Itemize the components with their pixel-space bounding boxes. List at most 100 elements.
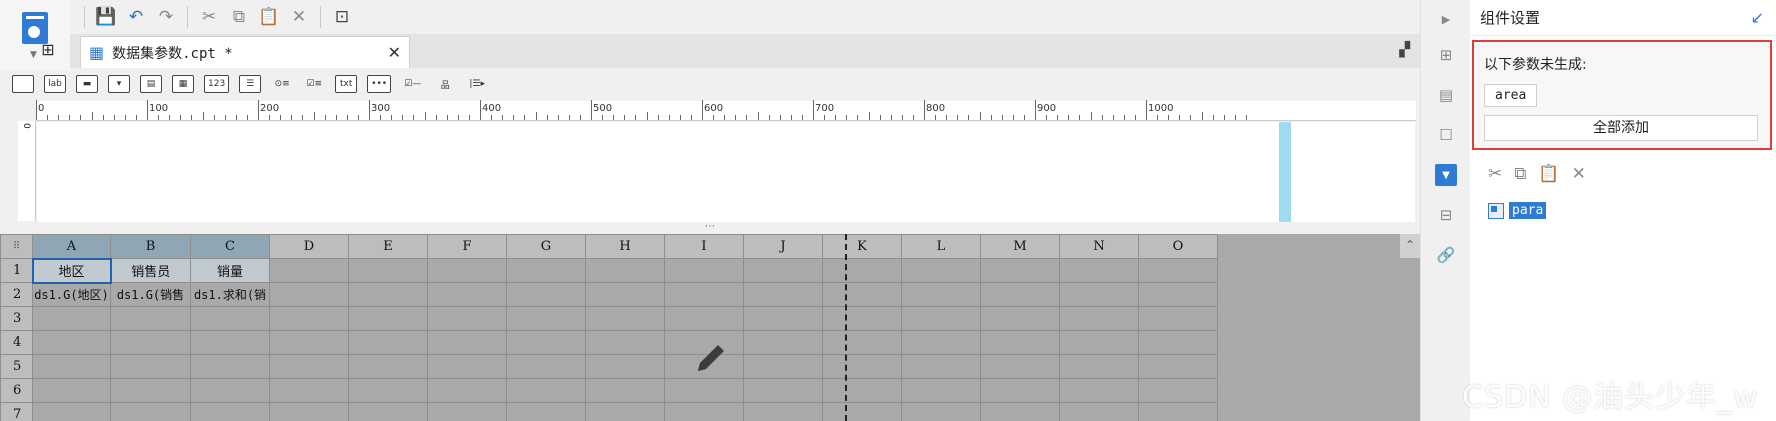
text-widget-icon[interactable] [12,75,34,93]
cell-m5[interactable] [980,354,1060,379]
cell-m3[interactable] [980,306,1060,331]
calendar-widget-icon[interactable]: ▦ [172,75,194,93]
cell-a3[interactable] [32,306,111,331]
cell-k5[interactable] [822,354,902,379]
cell-g5[interactable] [506,354,586,379]
cell-b6[interactable] [110,378,191,403]
cell-h3[interactable] [585,306,665,331]
cell-j1[interactable] [743,258,823,283]
column-header-l[interactable]: L [901,234,981,259]
password-widget-icon[interactable]: ••• [367,75,392,93]
copy-icon[interactable]: ⧉ [1514,164,1526,184]
cell-m1[interactable] [980,258,1060,283]
checkbox-widget-icon[interactable]: ☑— [401,75,424,93]
button-widget-icon[interactable]: ▬ [76,75,98,93]
cell-h2[interactable] [585,282,665,307]
cell-l2[interactable] [901,282,981,307]
cell-b1[interactable]: 销售员 [110,258,191,283]
cell-c3[interactable] [190,306,270,331]
cell-n3[interactable] [1059,306,1139,331]
cell-a5[interactable] [32,354,111,379]
cell-k4[interactable] [822,330,902,355]
cell-a7[interactable] [32,402,111,421]
row-header[interactable]: 5 [0,354,33,379]
list-widget-icon[interactable]: ☰ [239,75,262,93]
row-header[interactable]: 6 [0,378,33,403]
column-header-e[interactable]: E [348,234,428,259]
cell-l3[interactable] [901,306,981,331]
cell-a4[interactable] [32,330,111,355]
cell-i1[interactable] [664,258,744,283]
column-header-h[interactable]: H [585,234,665,259]
cell-o3[interactable] [1138,306,1218,331]
cell-b7[interactable] [110,402,191,421]
link-icon[interactable]: 🔗 [1435,244,1457,266]
cell-f2[interactable] [427,282,507,307]
cell-d3[interactable] [269,306,349,331]
label-widget-icon[interactable]: lab [44,75,66,93]
cut-icon[interactable]: ✂ [196,4,222,30]
cell-n6[interactable] [1059,378,1139,403]
cell-i7[interactable] [664,402,744,421]
cell-k6[interactable] [822,378,902,403]
row-header[interactable]: 1 [0,258,33,283]
cell-j7[interactable] [743,402,823,421]
column-header-g[interactable]: G [506,234,586,259]
cell-i3[interactable] [664,306,744,331]
tree-widget-icon[interactable]: 品 [434,75,456,93]
delete-icon[interactable]: ✕ [286,4,312,30]
cell-h5[interactable] [585,354,665,379]
radio-group-widget-icon[interactable]: ⊙≡ [271,75,293,93]
cell-g2[interactable] [506,282,586,307]
cell-c5[interactable] [190,354,270,379]
expand-icon[interactable]: ↙ [1751,8,1764,27]
cell-c2[interactable]: ds1.求和(销 [190,282,270,307]
condition-icon[interactable]: ⊟ [1435,204,1457,226]
cell-o7[interactable] [1138,402,1218,421]
cell-e4[interactable] [348,330,428,355]
number-widget-icon[interactable]: 123 [204,75,230,93]
cell-e2[interactable] [348,282,428,307]
cell-c6[interactable] [190,378,270,403]
cell-o2[interactable] [1138,282,1218,307]
cell-n1[interactable] [1059,258,1139,283]
checkbox-group-widget-icon[interactable]: ☑≡ [303,75,325,93]
cell-n2[interactable] [1059,282,1139,307]
cell-a6[interactable] [32,378,111,403]
cell-b4[interactable] [110,330,191,355]
cell-o6[interactable] [1138,378,1218,403]
cell-n4[interactable] [1059,330,1139,355]
cell-e3[interactable] [348,306,428,331]
delete-icon[interactable]: ✕ [1572,164,1586,184]
property-icon[interactable]: ▤ [1435,84,1457,106]
dropdown-widget-icon[interactable]: ▾ [108,75,130,93]
column-header-k[interactable]: K [822,234,902,259]
splitter-handle[interactable]: ⋯ [0,222,1420,234]
query-widget-icon[interactable]: |☰▸ [466,75,488,93]
cell-g6[interactable] [506,378,586,403]
cell-k2[interactable] [822,282,902,307]
cell-f7[interactable] [427,402,507,421]
column-header-a[interactable]: A [32,234,111,259]
cell-g3[interactable] [506,306,586,331]
cell-i6[interactable] [664,378,744,403]
add-all-button[interactable]: 全部添加 [1484,115,1758,141]
row-header[interactable]: 2 [0,282,33,307]
collapse-arrow-icon[interactable]: ▶ [1435,8,1457,30]
cell-m6[interactable] [980,378,1060,403]
cell-f3[interactable] [427,306,507,331]
cell-b5[interactable] [110,354,191,379]
cell-d7[interactable] [269,402,349,421]
preview-icon[interactable]: ⊡ [329,4,355,30]
cell-b3[interactable] [110,306,191,331]
row-header[interactable]: 7 [0,402,33,421]
cell-i2[interactable] [664,282,744,307]
cell-j3[interactable] [743,306,823,331]
column-header-f[interactable]: F [427,234,507,259]
select-all-corner[interactable]: ⠿ [0,234,33,259]
scroll-up-icon[interactable]: ⌃ [1400,234,1420,258]
cell-g4[interactable] [506,330,586,355]
cell-d2[interactable] [269,282,349,307]
cell-c7[interactable] [190,402,270,421]
cell-d5[interactable] [269,354,349,379]
